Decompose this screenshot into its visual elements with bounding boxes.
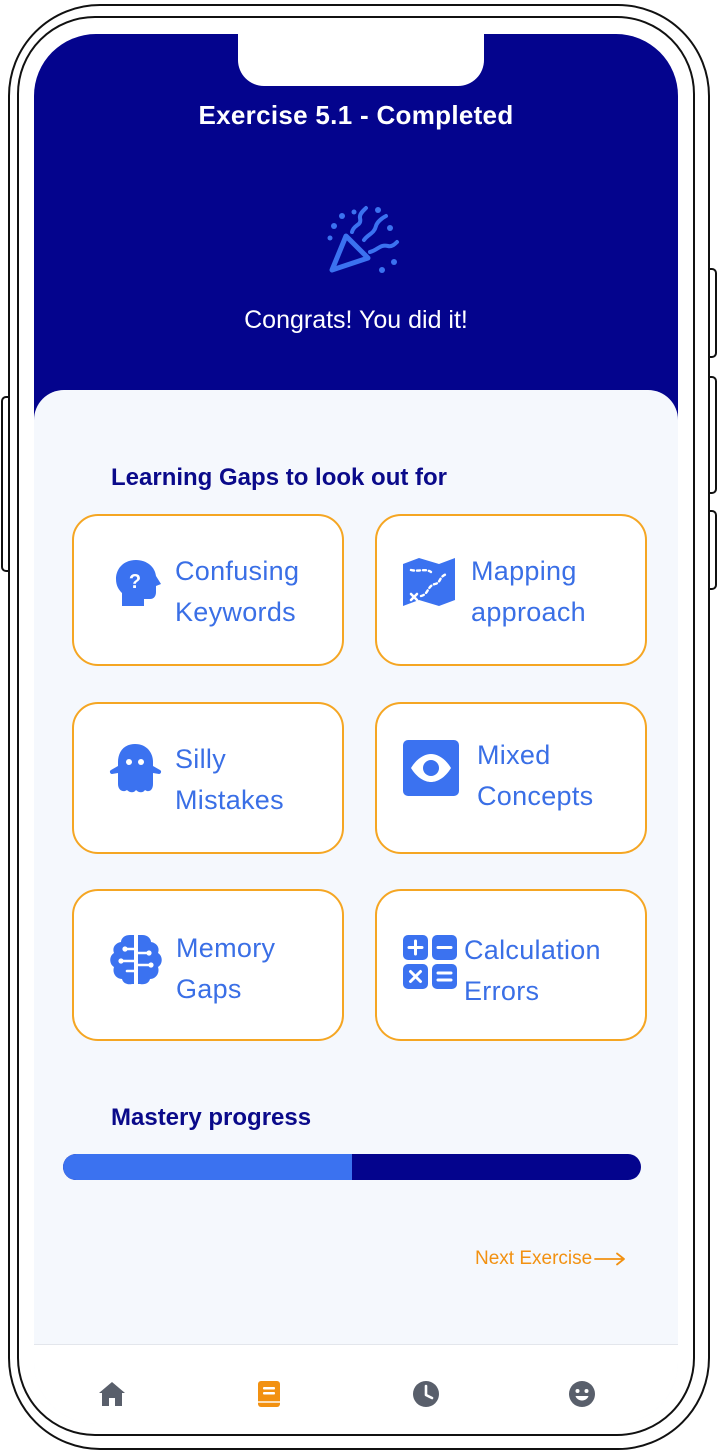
gap-label: Mistakes [175,785,284,815]
home-icon[interactable] [97,1379,127,1409]
gap-card-calculation-errors[interactable]: Calculation Errors [375,889,647,1041]
gap-card-silly-mistakes[interactable]: Silly Mistakes [72,702,344,854]
gap-label: Gaps [176,974,242,1004]
mastery-progress-bar [63,1154,641,1180]
page-title: Exercise 5.1 - Completed [198,100,514,130]
arrow-right-icon [594,1252,626,1266]
gap-label: Confusing [175,556,300,586]
gap-card-mapping-approach[interactable]: Mapping approach [375,514,647,666]
mastery-progress-fill [63,1154,352,1180]
mastery-progress-title: Mastery progress [111,1104,312,1131]
book-icon[interactable] [254,1379,284,1409]
next-exercise-link[interactable]: Next Exercise [475,1248,626,1270]
gap-label: Memory [176,933,276,963]
next-exercise-label: Next Exercise [475,1248,593,1269]
gap-card-mixed-concepts[interactable]: Mixed Concepts [375,702,647,854]
phone-notch [238,34,484,86]
gap-label: approach [471,597,586,627]
calculator-icon [403,935,457,989]
gap-card-memory-gaps[interactable]: Memory Gaps [72,889,344,1041]
eye-icon [403,740,459,796]
gap-label: Mixed [477,740,551,770]
gap-label: Keywords [175,597,296,627]
party-popper-icon [327,206,399,273]
gap-label: Concepts [477,781,594,811]
completion-header: Exercise 5.1 - Completed Congrats! You d… [34,34,678,424]
gap-label: Calculation [464,935,601,965]
treasure-map-icon [403,558,455,606]
gap-label: Errors [464,976,540,1006]
gap-card-confusing-keywords[interactable]: ? Confusing Keywords [72,514,344,666]
gap-label: Mapping [471,556,577,586]
clock-icon[interactable] [411,1379,441,1409]
bottom-tab-bar [34,1344,678,1424]
app-screen: Exercise 5.1 - Completed Congrats! You d… [34,34,678,1424]
smiley-icon[interactable] [567,1379,597,1409]
congrats-message: Congrats! You did it! [244,306,468,334]
svg-text:?: ? [129,571,141,593]
learning-gaps-title: Learning Gaps to look out for [111,464,447,491]
ghost-icon [109,744,162,793]
brain-icon [110,935,162,985]
gap-label: Silly [175,744,227,774]
main-content: Learning Gaps to look out for ? Confusin… [34,390,678,1370]
head-question-icon: ? [116,560,161,606]
